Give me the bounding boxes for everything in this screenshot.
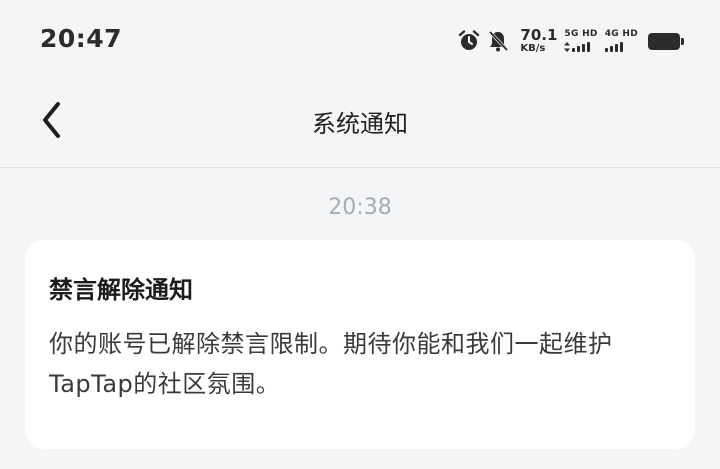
mute-bell-icon (487, 30, 509, 52)
sim2-label: 4G HD (604, 29, 638, 39)
speed-value: 70.1 (520, 26, 558, 44)
sim1-label: 5G HD (564, 29, 598, 39)
status-icons: 70.1 KB/s 5G HD 4G HD (458, 26, 684, 56)
sim1-signal: 5G HD (564, 30, 597, 52)
signal-icon (564, 42, 591, 52)
speed-unit: KB/s (520, 43, 546, 54)
status-bar: 20:47 70.1 KB/s 5G HD 4G HD (0, 0, 720, 80)
sim2-signal: 4G HD (604, 29, 638, 52)
notification-title: 禁言解除通知 (49, 276, 193, 304)
alarm-icon (458, 30, 480, 52)
page-title: 系统通知 (312, 110, 408, 138)
notification-card[interactable]: 禁言解除通知 你的账号已解除禁言限制。期待你能和我们一起维护TapTap的社区氛… (25, 240, 695, 449)
status-time: 20:47 (40, 24, 123, 53)
battery-icon (648, 32, 684, 50)
signal-icon (604, 42, 623, 52)
message-timestamp: 20:38 (328, 195, 392, 220)
notification-body: 你的账号已解除禁言限制。期待你能和我们一起维护TapTap的社区氛围。 (49, 330, 613, 398)
network-speed: 70.1 KB/s (520, 28, 557, 54)
nav-bar: 系统通知 (0, 80, 720, 168)
